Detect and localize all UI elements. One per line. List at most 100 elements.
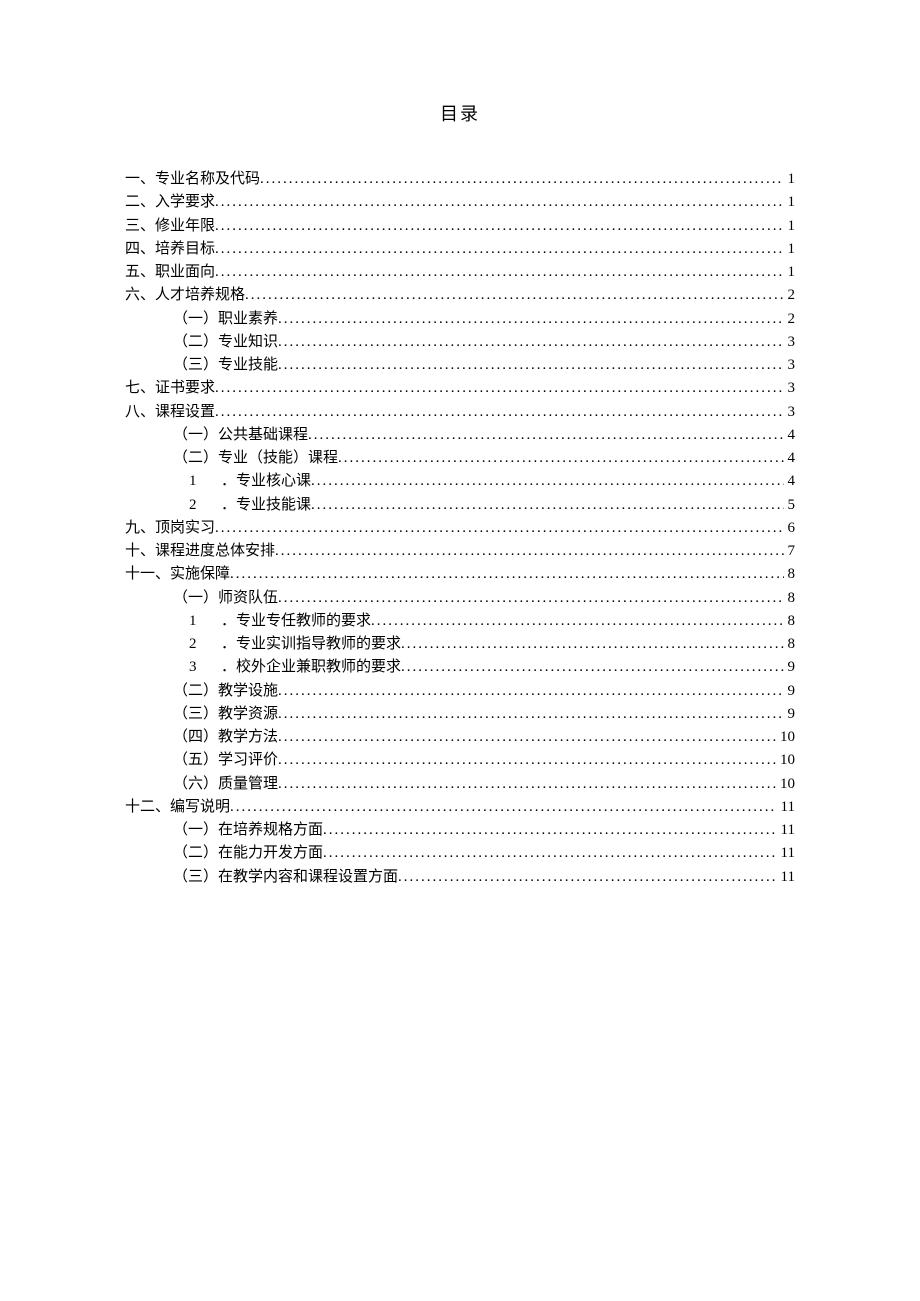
toc-entry[interactable]: （二）专业知识 3 [125,331,795,354]
toc-leader-dots [215,377,783,392]
toc-leader-dots [245,284,783,299]
toc-entry-label: （二）专业知识 [173,331,278,354]
toc-entry[interactable]: （五）学习评价10 [125,749,795,772]
toc-entry-page: 4 [784,447,796,470]
toc-leader-dots [308,424,783,439]
toc-entry-label: （二）在能力开发方面 [173,842,323,865]
toc-entry-page: 11 [777,866,795,889]
toc-entry[interactable]: 五、职业面向1 [125,261,795,284]
toc-entry-label: （一）师资队伍 [173,587,278,610]
toc-entry-label: 九、顶岗实习 [125,517,215,540]
toc-entry[interactable]: （三）在教学内容和课程设置方面 11 [125,866,795,889]
toc-entry[interactable]: 十一、实施保障 8 [125,563,795,586]
toc-entry-page: 7 [784,540,796,563]
toc-leader-dots [311,470,783,485]
toc-entry[interactable]: 九、顶岗实习6 [125,517,795,540]
toc-leader-dots [278,703,783,718]
toc-entry-number: 2 [189,494,207,517]
toc-entry[interactable]: （六）质量管理10 [125,773,795,796]
toc-entry-page: 3 [784,354,796,377]
toc-entry-label: 八、课程设置 [125,401,215,424]
toc-entry[interactable]: 八、课程设置3 [125,401,795,424]
toc-leader-dots [398,866,777,881]
toc-entry[interactable]: （一）公共基础课程4 [125,424,795,447]
toc-leader-dots [311,494,783,509]
toc-entry[interactable]: （二）在能力开发方面11 [125,842,795,865]
document-page: 目录 一、专业名称及代码1二、入学要求1三、修业年限1四、培养目标1五、职业面向… [0,0,920,1301]
toc-entry-number: 1 [189,470,207,493]
toc-entry-page: 1 [784,261,796,284]
toc-entry-page: 10 [776,773,795,796]
toc-entry[interactable]: （一）在培养规格方面11 [125,819,795,842]
toc-entry[interactable]: 1 ．专业核心课 4 [125,470,795,493]
toc-entry[interactable]: 2 ．专业技能课 5 [125,494,795,517]
toc-entry-page: 10 [776,749,795,772]
toc-entry-label: ．专业核心课 [221,470,311,493]
toc-entry[interactable]: 3．校外企业兼职教师的要求9 [125,656,795,679]
toc-leader-dots [278,587,783,602]
toc-entry[interactable]: 一、专业名称及代码1 [125,168,795,191]
toc-entry-label: （二）教学设施 [173,680,278,703]
toc-leader-dots [278,749,776,764]
toc-entry[interactable]: （四）教学方法 10 [125,726,795,749]
toc-entry-label: （二）专业（技能）课程 [173,447,338,470]
toc-entry-page: 8 [784,587,796,610]
toc-entry[interactable]: 十、课程进度总体安排7 [125,540,795,563]
toc-leader-dots [275,540,783,555]
toc-entry-page: 1 [784,168,796,191]
toc-entry-page: 4 [784,470,796,493]
toc-leader-dots [215,401,783,416]
toc-entry[interactable]: 十二、编写说明 11 [125,796,795,819]
toc-title: 目录 [125,100,795,126]
toc-leader-dots [323,819,777,834]
toc-entry[interactable]: 三、修业年限1 [125,215,795,238]
toc-entry[interactable]: 七、证书要求 3 [125,377,795,400]
toc-entry[interactable]: （一）职业素养2 [125,308,795,331]
toc-leader-dots [323,842,777,857]
toc-entry-label: （三）教学资源 [173,703,278,726]
toc-entry-label: 十一、实施保障 [125,563,230,586]
toc-entry[interactable]: 四、培养目标 1 [125,238,795,261]
toc-entry-page: 3 [784,331,796,354]
toc-entry-page: 5 [784,494,796,517]
toc-entry[interactable]: 2．专业实训指导教师的要求8 [125,633,795,656]
toc-entry-label: 四、培养目标 [125,238,215,261]
toc-entry[interactable]: 1．专业专任教师的要求8 [125,610,795,633]
toc-entry[interactable]: （一）师资队伍 8 [125,587,795,610]
toc-entry[interactable]: （三）教学资源 9 [125,703,795,726]
toc-entry[interactable]: 六、人才培养规格2 [125,284,795,307]
toc-entry-page: 3 [784,377,796,400]
toc-entry-label: 十二、编写说明 [125,796,230,819]
toc-entry-label: （一）职业素养 [173,308,278,331]
toc-entry-page: 9 [784,703,796,726]
toc-entry[interactable]: （三）专业技能3 [125,354,795,377]
toc-entry-page: 9 [784,656,796,679]
toc-leader-dots [215,191,783,206]
toc-entry-label: （三）在教学内容和课程设置方面 [173,866,398,889]
toc-leader-dots [230,796,777,811]
toc-leader-dots [278,726,776,741]
toc-leader-dots [278,308,783,323]
toc-entry-label: 七、证书要求 [125,377,215,400]
toc-entry[interactable]: （二）教学设施 9 [125,680,795,703]
toc-leader-dots [401,656,783,671]
toc-entry-number: 2 [189,633,207,656]
toc-entry-label: ．校外企业兼职教师的要求 [221,656,401,679]
toc-entry-page: 1 [784,238,796,261]
toc-entry-label: 二、入学要求 [125,191,215,214]
toc-entry-label: ．专业实训指导教师的要求 [221,633,401,656]
toc-leader-dots [215,238,783,253]
toc-entry-page: 8 [784,563,796,586]
toc-leader-dots [215,517,783,532]
toc-entry[interactable]: （二）专业（技能）课程 4 [125,447,795,470]
toc-entry-label: （四）教学方法 [173,726,278,749]
toc-entry-label: ．专业技能课 [221,494,311,517]
toc-entry-page: 11 [777,796,795,819]
toc-entry-page: 10 [776,726,795,749]
toc-entry-label: ．专业专任教师的要求 [221,610,371,633]
toc-entry-page: 9 [784,680,796,703]
toc-list: 一、专业名称及代码1二、入学要求1三、修业年限1四、培养目标1五、职业面向1六、… [125,168,795,889]
toc-leader-dots [401,633,783,648]
toc-entry[interactable]: 二、入学要求1 [125,191,795,214]
toc-leader-dots [215,261,783,276]
